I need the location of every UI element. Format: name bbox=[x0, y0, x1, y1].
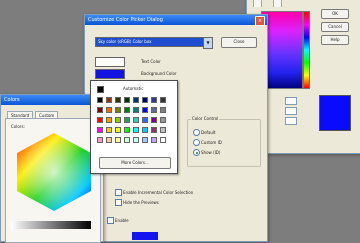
background-color-label: Background Color bbox=[141, 71, 177, 76]
color-preview bbox=[319, 95, 351, 131]
group-label: Color Control bbox=[191, 116, 220, 121]
color-swatch[interactable] bbox=[97, 117, 103, 123]
swatch-grid bbox=[97, 97, 171, 149]
color-swatch[interactable] bbox=[106, 127, 112, 133]
color-swatch[interactable] bbox=[151, 137, 157, 143]
color-palette-dropdown: Automatic More Colors... bbox=[90, 80, 178, 174]
checkbox-hide-previews[interactable] bbox=[115, 199, 122, 206]
color-swatch[interactable] bbox=[97, 107, 103, 113]
color-swatch[interactable] bbox=[124, 117, 130, 123]
color-swatch[interactable] bbox=[160, 117, 166, 123]
colors-window-title: Colors bbox=[1, 95, 103, 105]
checkbox-hide-previews-label: Hide the Previews bbox=[123, 200, 159, 205]
color-swatch[interactable] bbox=[151, 107, 157, 113]
chevron-down-icon[interactable]: ▼ bbox=[203, 37, 213, 49]
dropdown-value: Sky color (sRGB) Color box bbox=[98, 39, 152, 44]
new-color-preview bbox=[132, 232, 158, 240]
radio-show-id-label: Show (ID) bbox=[201, 150, 221, 155]
color-swatch[interactable] bbox=[106, 137, 112, 143]
color-swatch[interactable] bbox=[115, 127, 121, 133]
color-swatch[interactable] bbox=[142, 127, 148, 133]
color-swatch[interactable] bbox=[124, 137, 130, 143]
checkbox-enable-label: Enable bbox=[115, 218, 129, 223]
color-swatch[interactable] bbox=[115, 97, 121, 103]
color-swatch[interactable] bbox=[142, 137, 148, 143]
color-swatch[interactable] bbox=[151, 97, 157, 103]
color-swatch[interactable] bbox=[97, 137, 103, 143]
radio-default[interactable] bbox=[193, 129, 200, 136]
grayscale-strip[interactable] bbox=[11, 221, 91, 229]
radio-custom-id[interactable] bbox=[193, 139, 200, 146]
automatic-option[interactable]: Automatic bbox=[95, 85, 173, 93]
color-swatch[interactable] bbox=[160, 97, 166, 103]
text-color-picker[interactable] bbox=[95, 57, 125, 67]
color-swatch[interactable] bbox=[115, 117, 121, 123]
color-swatch[interactable] bbox=[133, 117, 139, 123]
radio-show-id[interactable] bbox=[193, 149, 200, 156]
close-icon[interactable]: × bbox=[255, 16, 265, 26]
color-swatch[interactable] bbox=[160, 137, 166, 143]
tab-back-1[interactable] bbox=[253, 0, 263, 7]
color-swatch[interactable] bbox=[160, 127, 166, 133]
colors-window: Colors Standard Custom Colors: bbox=[0, 94, 104, 243]
automatic-swatch bbox=[97, 86, 104, 93]
background-color-picker[interactable] bbox=[95, 69, 125, 79]
color-swatch[interactable] bbox=[151, 127, 157, 133]
color-swatch[interactable] bbox=[142, 97, 148, 103]
checkbox-enable[interactable] bbox=[107, 217, 114, 224]
dialog-title: Customize Color Picker Dialog bbox=[85, 15, 267, 25]
more-colors-button[interactable]: More Colors... bbox=[99, 157, 171, 169]
radio-custom-id-label: Custom ID bbox=[201, 140, 222, 145]
color-swatch[interactable] bbox=[124, 107, 130, 113]
color-swatch[interactable] bbox=[142, 117, 148, 123]
color-swatch[interactable] bbox=[106, 117, 112, 123]
radio-default-label: Default bbox=[201, 130, 216, 135]
color-hexagon[interactable] bbox=[11, 129, 97, 213]
value-field-3[interactable] bbox=[285, 117, 297, 125]
color-swatch[interactable] bbox=[133, 107, 139, 113]
close-button[interactable]: Close bbox=[221, 37, 257, 48]
value-field-1[interactable] bbox=[285, 97, 297, 105]
color-swatch[interactable] bbox=[151, 117, 157, 123]
color-swatch[interactable] bbox=[106, 97, 112, 103]
cancel-button[interactable]: Cancel bbox=[321, 22, 349, 32]
ok-button[interactable]: OK bbox=[321, 9, 349, 19]
color-swatch[interactable] bbox=[142, 107, 148, 113]
tab-back-2[interactable] bbox=[273, 0, 283, 7]
color-swatch[interactable] bbox=[133, 137, 139, 143]
color-swatch[interactable] bbox=[97, 127, 103, 133]
checkbox-incremental[interactable] bbox=[115, 189, 122, 196]
color-swatch[interactable] bbox=[124, 97, 130, 103]
text-color-label: Text Color bbox=[141, 59, 161, 64]
color-swatch[interactable] bbox=[115, 137, 121, 143]
color-swatch[interactable] bbox=[97, 97, 103, 103]
color-swatch[interactable] bbox=[133, 97, 139, 103]
color-swatch[interactable] bbox=[124, 127, 130, 133]
color-dropdown[interactable]: Sky color (sRGB) Color box bbox=[95, 37, 211, 47]
checkbox-incremental-label: Enable Incremental Color Selection bbox=[123, 190, 194, 195]
color-swatch[interactable] bbox=[106, 107, 112, 113]
color-swatch[interactable] bbox=[160, 107, 166, 113]
color-swatch[interactable] bbox=[133, 127, 139, 133]
help-button[interactable]: Help bbox=[321, 35, 349, 45]
automatic-label: Automatic bbox=[123, 86, 144, 91]
value-field-2[interactable] bbox=[285, 107, 297, 115]
color-swatch[interactable] bbox=[115, 107, 121, 113]
hue-slider[interactable] bbox=[303, 11, 310, 89]
